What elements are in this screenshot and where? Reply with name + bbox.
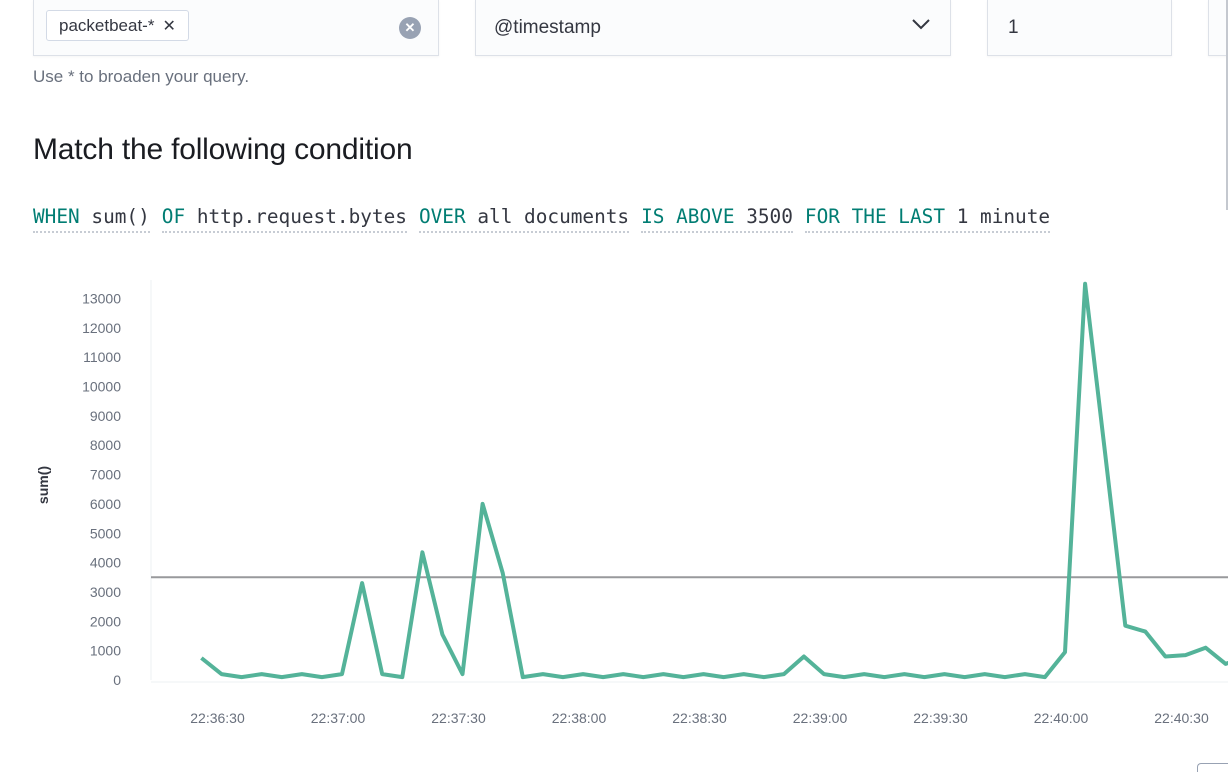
condition-expression: WHEN sum() OF http.request.bytes OVER all … [33, 203, 1051, 233]
over-expression[interactable]: OVER all documents [418, 205, 630, 233]
x-tick-label: 22:38:30 [672, 710, 727, 726]
x-axis: 22:36:30 22:37:00 22:37:30 22:38:00 22:38:30… [190, 710, 1209, 726]
timestamp-select[interactable]: @timestamp [475, 0, 951, 56]
partial-field[interactable] [1208, 0, 1228, 56]
y-axis: 0 1000 2000 3000 4000 5000 6000 7000 8000 9000 100… [82, 290, 121, 688]
y-tick-label: 7000 [90, 467, 121, 483]
y-tick-label: 2000 [90, 613, 121, 629]
y-tick-label: 1000 [90, 643, 121, 659]
for-value: 1 minute [956, 205, 1051, 228]
y-tick-label: 11000 [83, 349, 121, 365]
corner-button[interactable] [1197, 763, 1228, 772]
x-tick-label: 22:39:00 [793, 710, 848, 726]
index-pill-label: packetbeat-* [59, 15, 155, 35]
when-keyword: WHEN [33, 205, 80, 228]
when-value: sum() [91, 205, 150, 228]
x-tick-label: 22:37:00 [311, 710, 366, 726]
y-tick-label: 6000 [90, 496, 121, 512]
y-tick-label: 13000 [82, 290, 121, 306]
for-expression[interactable]: FOR THE LAST 1 minute [804, 205, 1051, 233]
when-expression[interactable]: WHEN sum() [33, 205, 150, 233]
close-icon[interactable]: ✕ [162, 16, 175, 36]
threshold-value: 3500 [746, 205, 793, 228]
x-tick-label: 22:36:30 [190, 710, 245, 726]
over-keyword: OVER [418, 205, 466, 228]
y-tick-label: 4000 [90, 555, 121, 571]
y-tick-label: 8000 [90, 437, 121, 453]
y-tick-label: 3000 [90, 584, 121, 600]
of-expression[interactable]: OF http.request.bytes [161, 205, 407, 233]
y-tick-label: 9000 [90, 408, 121, 424]
sum-series-line [200, 281, 1228, 680]
for-keyword: FOR THE LAST [804, 205, 945, 228]
x-tick-label: 22:40:00 [1034, 710, 1089, 726]
section-title: Match the following condition [33, 133, 413, 166]
index-selector[interactable]: packetbeat-* ✕ ✕ [33, 0, 439, 56]
y-tick-label: 12000 [82, 320, 121, 336]
y-tick-label: 0 [113, 672, 121, 688]
x-tick-label: 22:39:30 [913, 710, 968, 726]
threshold-expression[interactable]: IS ABOVE 3500 [641, 205, 793, 233]
of-keyword: OF [161, 205, 186, 228]
x-tick-label: 22:38:00 [552, 710, 607, 726]
index-pill: packetbeat-* ✕ [46, 10, 189, 41]
help-text: Use * to broaden your query. [33, 67, 250, 86]
threshold-keyword: IS ABOVE [641, 205, 735, 228]
of-value: http.request.bytes [196, 205, 407, 228]
chevron-down-icon [912, 19, 930, 30]
over-value: all documents [477, 205, 630, 228]
size-value: 1 [1008, 17, 1019, 38]
y-axis-label: sum() [35, 466, 51, 504]
size-input[interactable]: 1 [987, 0, 1172, 56]
timestamp-value: @timestamp [494, 17, 601, 38]
clear-icon[interactable]: ✕ [399, 17, 421, 39]
y-tick-label: 10000 [82, 379, 121, 395]
y-tick-label: 5000 [90, 525, 121, 541]
threshold-chart: 0 1000 2000 3000 4000 5000 6000 7000 8000 9000 100… [35, 280, 1228, 726]
x-tick-label: 22:37:30 [431, 710, 486, 726]
x-tick-label: 22:40:30 [1154, 710, 1209, 726]
